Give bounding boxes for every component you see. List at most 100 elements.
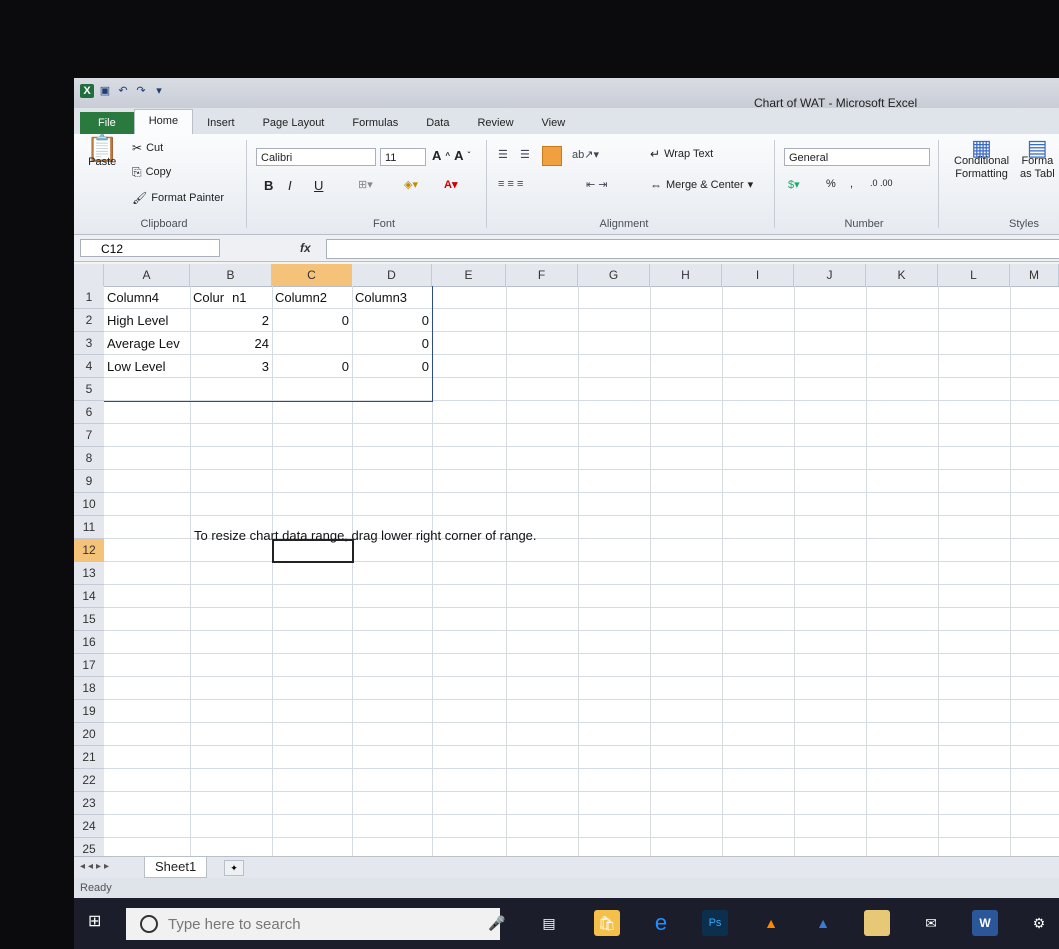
column-header[interactable]: D bbox=[352, 264, 432, 286]
row-header[interactable]: 23 bbox=[74, 792, 104, 815]
row-header[interactable]: 10 bbox=[74, 493, 104, 516]
tab-page-layout[interactable]: Page Layout bbox=[249, 112, 339, 134]
align-top-icon[interactable]: ☰ bbox=[498, 148, 508, 161]
settings-gear-icon[interactable]: ⚙ bbox=[1026, 910, 1052, 936]
row-header[interactable]: 15 bbox=[74, 608, 104, 631]
column-header[interactable]: B bbox=[190, 264, 272, 286]
underline-button[interactable]: U bbox=[314, 178, 323, 193]
task-view-icon[interactable]: ▤ bbox=[536, 910, 562, 936]
formula-input[interactable] bbox=[326, 239, 1059, 259]
align-middle-icon[interactable]: ☰ bbox=[520, 148, 530, 161]
windows-start-icon[interactable]: ⊞ bbox=[88, 914, 104, 930]
italic-button[interactable]: I bbox=[288, 178, 292, 193]
file-explorer-icon[interactable] bbox=[864, 910, 890, 936]
row-header[interactable]: 9 bbox=[74, 470, 104, 493]
column-header[interactable]: M bbox=[1010, 264, 1059, 286]
row-header[interactable]: 16 bbox=[74, 631, 104, 654]
row-header[interactable]: 4 bbox=[74, 355, 104, 378]
row-header[interactable]: 20 bbox=[74, 723, 104, 746]
tab-insert[interactable]: Insert bbox=[193, 112, 249, 134]
mail-icon[interactable]: ✉ bbox=[918, 910, 944, 936]
taskbar-search[interactable]: Type here to search bbox=[126, 908, 500, 940]
vlc-icon[interactable]: ▲ bbox=[758, 910, 784, 936]
fill-color-icon[interactable]: ◈▾ bbox=[404, 178, 418, 191]
redo-icon[interactable]: ↷ bbox=[134, 84, 148, 98]
name-box[interactable]: C12 bbox=[80, 239, 220, 257]
customize-icon[interactable]: ▾ bbox=[152, 84, 166, 98]
percent-button[interactable]: % bbox=[826, 178, 836, 190]
column-header[interactable]: H bbox=[650, 264, 722, 286]
column-header[interactable]: I bbox=[722, 264, 794, 286]
column-header-selected[interactable]: C bbox=[272, 264, 352, 286]
grow-font-button[interactable]: A ^ Aˇ bbox=[432, 148, 470, 163]
microphone-icon[interactable]: 🎤 bbox=[484, 910, 510, 936]
column-header[interactable]: F bbox=[506, 264, 578, 286]
merge-center-button[interactable]: ⇔ Merge & Center ▾ bbox=[650, 178, 753, 192]
row-header[interactable]: 11 bbox=[74, 516, 104, 539]
word-icon[interactable]: W bbox=[972, 910, 998, 936]
number-format-select[interactable]: General bbox=[784, 148, 930, 166]
tab-formulas[interactable]: Formulas bbox=[338, 112, 412, 134]
orientation-icon[interactable]: ab↗▾ bbox=[572, 148, 599, 161]
row-header[interactable]: 12 bbox=[74, 539, 104, 562]
column-header[interactable]: G bbox=[578, 264, 650, 286]
column-header[interactable]: J bbox=[794, 264, 866, 286]
row-header[interactable]: 17 bbox=[74, 654, 104, 677]
row-header[interactable]: 13 bbox=[74, 562, 104, 585]
copy-button[interactable]: ⎘ Copy bbox=[132, 166, 171, 178]
format-as-table-button[interactable]: ▤ Forma as Tabl bbox=[1020, 137, 1055, 181]
column-header[interactable]: A bbox=[104, 264, 190, 286]
row-header[interactable]: 14 bbox=[74, 585, 104, 608]
column-header[interactable]: E bbox=[432, 264, 506, 286]
format-painter-button[interactable]: 🖌 Format Painter bbox=[132, 192, 224, 204]
row-header[interactable]: 5 bbox=[74, 378, 104, 401]
column-header[interactable]: K bbox=[866, 264, 938, 286]
borders-icon[interactable]: ⊞▾ bbox=[358, 178, 373, 191]
tab-view[interactable]: View bbox=[528, 112, 580, 134]
font-color-icon[interactable]: A▾ bbox=[444, 178, 457, 191]
row-header[interactable]: 21 bbox=[74, 746, 104, 769]
currency-icon[interactable]: $▾ bbox=[788, 178, 800, 191]
align-left-icon[interactable]: ≡ ≡ ≡ bbox=[498, 178, 523, 190]
tab-data[interactable]: Data bbox=[412, 112, 463, 134]
font-size-select[interactable]: 11 bbox=[380, 148, 426, 166]
indent-icon[interactable]: ⇤ ⇥ bbox=[586, 178, 608, 191]
row-header[interactable]: 24 bbox=[74, 815, 104, 838]
row-header[interactable]: 8 bbox=[74, 447, 104, 470]
tab-review[interactable]: Review bbox=[463, 112, 527, 134]
store-icon[interactable]: 🛍 bbox=[594, 910, 620, 936]
decimal-icon[interactable]: .0 .00 bbox=[870, 178, 893, 188]
select-all-corner[interactable] bbox=[74, 264, 104, 286]
insert-sheet-icon[interactable]: ✦ bbox=[224, 860, 244, 876]
sheet-nav-arrows-icon[interactable]: ◂◂▸▸ bbox=[80, 861, 112, 872]
undo-icon[interactable]: ↶ bbox=[116, 84, 130, 98]
row-header[interactable]: 7 bbox=[74, 424, 104, 447]
chart-data-range-outline[interactable] bbox=[104, 286, 433, 402]
photoshop-icon[interactable]: Ps bbox=[702, 910, 728, 936]
column-header[interactable]: L bbox=[938, 264, 1010, 286]
tab-home[interactable]: Home bbox=[133, 109, 194, 134]
conditional-formatting-button[interactable]: ▦ Conditional Formatting bbox=[954, 137, 1009, 181]
excel-icon[interactable]: X bbox=[80, 84, 94, 98]
fx-icon[interactable]: fx bbox=[300, 241, 311, 255]
comma-button[interactable]: , bbox=[850, 178, 853, 190]
cut-button[interactable]: ✂ Cut bbox=[132, 142, 163, 154]
row-header[interactable]: 18 bbox=[74, 677, 104, 700]
row-header[interactable]: 22 bbox=[74, 769, 104, 792]
row-header[interactable]: 2 bbox=[74, 309, 104, 332]
paste-button[interactable]: 📋 Paste bbox=[86, 135, 118, 168]
edge-icon[interactable]: e bbox=[648, 910, 674, 936]
active-cell-c12[interactable] bbox=[272, 539, 354, 563]
row-header[interactable]: 3 bbox=[74, 332, 104, 355]
save-icon[interactable]: ▣ bbox=[98, 84, 112, 98]
tab-file[interactable]: File bbox=[80, 112, 134, 134]
person-icon[interactable]: ▲ bbox=[810, 910, 836, 936]
bold-button[interactable]: B bbox=[264, 178, 273, 193]
sheet-tab[interactable]: Sheet1 bbox=[144, 857, 208, 878]
row-header[interactable]: 1 bbox=[74, 286, 104, 309]
row-header[interactable]: 6 bbox=[74, 401, 104, 424]
align-bottom-icon[interactable] bbox=[542, 146, 562, 166]
font-name-select[interactable]: Calibri bbox=[256, 148, 376, 166]
row-header[interactable]: 19 bbox=[74, 700, 104, 723]
spreadsheet-grid[interactable]: A B C D E F G H I J K L M 1 2 3 4 5 6 7 8 9 10 11 1… bbox=[74, 264, 1059, 861]
